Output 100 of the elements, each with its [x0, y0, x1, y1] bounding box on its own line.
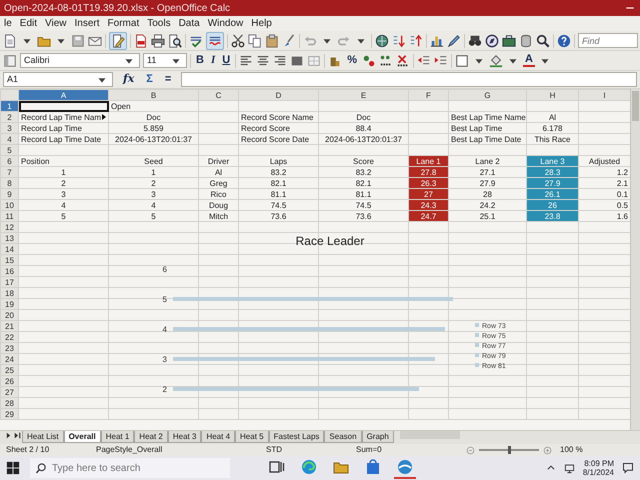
- clipboard-icon[interactable]: [265, 34, 279, 48]
- row-header[interactable]: 3: [0, 122, 18, 134]
- row-header[interactable]: 4: [0, 134, 18, 144]
- bar-chart-icon[interactable]: [430, 34, 444, 48]
- last-sheet-icon[interactable]: [13, 431, 22, 440]
- new-document-icon[interactable]: [3, 34, 17, 48]
- equals-button[interactable]: =: [162, 71, 174, 88]
- font-color-button[interactable]: A: [522, 54, 535, 67]
- align-right-icon[interactable]: [273, 54, 288, 68]
- sheet-tab[interactable]: Season: [324, 431, 362, 443]
- selected-cell[interactable]: [18, 100, 108, 112]
- formula-input[interactable]: [181, 72, 637, 87]
- row-header[interactable]: 27: [0, 386, 18, 398]
- sum-button[interactable]: Σ: [144, 71, 155, 88]
- compass-icon[interactable]: [485, 34, 499, 48]
- column-header[interactable]: C: [198, 90, 238, 100]
- pen-icon[interactable]: [447, 34, 461, 48]
- menu-item[interactable]: Window: [204, 16, 248, 31]
- row-header[interactable]: 16: [0, 266, 18, 276]
- windows-logo-icon[interactable]: [6, 461, 20, 475]
- row-header[interactable]: 9: [0, 188, 18, 200]
- number-format-icon[interactable]: [362, 54, 376, 68]
- search-field[interactable]: Type here to search: [30, 458, 230, 478]
- menu-item[interactable]: Insert: [70, 16, 104, 31]
- row-header[interactable]: 10: [0, 200, 18, 210]
- browser-icon[interactable]: [301, 459, 317, 475]
- active-app-button[interactable]: [394, 457, 416, 479]
- task-view-icon[interactable]: [269, 459, 285, 475]
- menu-item[interactable]: Data: [174, 16, 204, 31]
- binoculars-icon[interactable]: [468, 34, 482, 48]
- menu-item[interactable]: le: [0, 16, 16, 31]
- percent-button[interactable]: %: [345, 52, 359, 69]
- vertical-scrollbar[interactable]: [630, 89, 640, 430]
- sort-descending-icon[interactable]: [409, 34, 423, 48]
- zoom-out-icon[interactable]: [466, 446, 475, 454]
- scissors-icon[interactable]: [231, 34, 245, 48]
- align-center-icon[interactable]: [256, 54, 270, 68]
- menu-item[interactable]: Tools: [143, 16, 175, 31]
- horizontal-scrollbar[interactable]: [400, 431, 460, 439]
- justify-icon[interactable]: [290, 54, 304, 68]
- row-header[interactable]: 15: [0, 254, 18, 266]
- font-size-field[interactable]: 11: [143, 53, 187, 68]
- row-header[interactable]: 13: [0, 232, 18, 244]
- sheet-tab[interactable]: Heat 2: [134, 431, 168, 443]
- row-header[interactable]: 6: [0, 156, 18, 166]
- row-header[interactable]: 28: [0, 398, 18, 408]
- sort-ascending-icon[interactable]: [392, 34, 406, 48]
- store-icon[interactable]: [365, 459, 381, 475]
- font-name-field[interactable]: Calibri: [20, 53, 140, 68]
- row-header[interactable]: 19: [0, 298, 18, 310]
- pdf-icon[interactable]: [134, 34, 148, 48]
- sheet-tab[interactable]: Heat 5: [235, 431, 269, 443]
- row-header[interactable]: 2: [0, 112, 18, 122]
- scrollbar-thumb[interactable]: [632, 91, 639, 121]
- column-header[interactable]: G: [448, 90, 526, 100]
- sheet-tab[interactable]: Heat 4: [201, 431, 236, 443]
- row-header[interactable]: 5: [0, 144, 18, 156]
- align-left-icon[interactable]: [239, 54, 254, 68]
- panel-icon[interactable]: [3, 54, 17, 68]
- column-header[interactable]: B: [108, 90, 198, 100]
- add-decimal-icon[interactable]: [378, 54, 393, 68]
- print-preview-icon[interactable]: [168, 34, 182, 48]
- menu-item[interactable]: View: [41, 16, 71, 31]
- column-header[interactable]: A: [18, 90, 108, 100]
- printer-icon[interactable]: [151, 34, 165, 48]
- help-icon[interactable]: [557, 34, 571, 48]
- row-header[interactable]: 7: [0, 166, 18, 178]
- zoom-slider-thumb[interactable]: [508, 446, 510, 454]
- column-header[interactable]: H: [526, 90, 578, 100]
- row-header[interactable]: 14: [0, 244, 18, 254]
- globe-icon[interactable]: [375, 34, 389, 48]
- bold-button[interactable]: B: [194, 52, 206, 69]
- italic-button[interactable]: I: [208, 52, 218, 69]
- row-header[interactable]: 11: [0, 210, 18, 222]
- column-header[interactable]: E: [318, 90, 408, 100]
- sheet-tab[interactable]: Overall: [64, 431, 101, 443]
- edit-file-button[interactable]: [109, 32, 127, 50]
- zoom-icon[interactable]: [536, 34, 550, 48]
- row-header[interactable]: 26: [0, 376, 18, 386]
- row-header[interactable]: 24: [0, 354, 18, 364]
- row-header[interactable]: 12: [0, 222, 18, 232]
- sheet-tab[interactable]: Heat List: [22, 431, 64, 443]
- column-header[interactable]: I: [578, 90, 630, 100]
- row-header[interactable]: 17: [0, 276, 18, 288]
- sheet-tab[interactable]: Heat 1: [100, 431, 134, 443]
- row-header[interactable]: 1: [0, 100, 18, 112]
- menu-item[interactable]: Edit: [16, 16, 42, 31]
- find-field[interactable]: Find: [578, 33, 638, 48]
- borders-icon[interactable]: [454, 54, 469, 68]
- network-icon[interactable]: [564, 462, 575, 474]
- fill-color-icon[interactable]: [488, 54, 503, 68]
- database-icon[interactable]: [519, 34, 533, 48]
- clock-date[interactable]: 8/1/2024: [582, 468, 614, 477]
- sheet-tab[interactable]: Fastest Laps: [268, 431, 324, 443]
- row-header[interactable]: 25: [0, 364, 18, 376]
- row-header[interactable]: 23: [0, 342, 18, 354]
- underline-button[interactable]: U: [220, 52, 232, 69]
- column-header[interactable]: F: [408, 90, 448, 100]
- row-header[interactable]: 18: [0, 288, 18, 298]
- delete-decimal-icon[interactable]: [396, 54, 410, 68]
